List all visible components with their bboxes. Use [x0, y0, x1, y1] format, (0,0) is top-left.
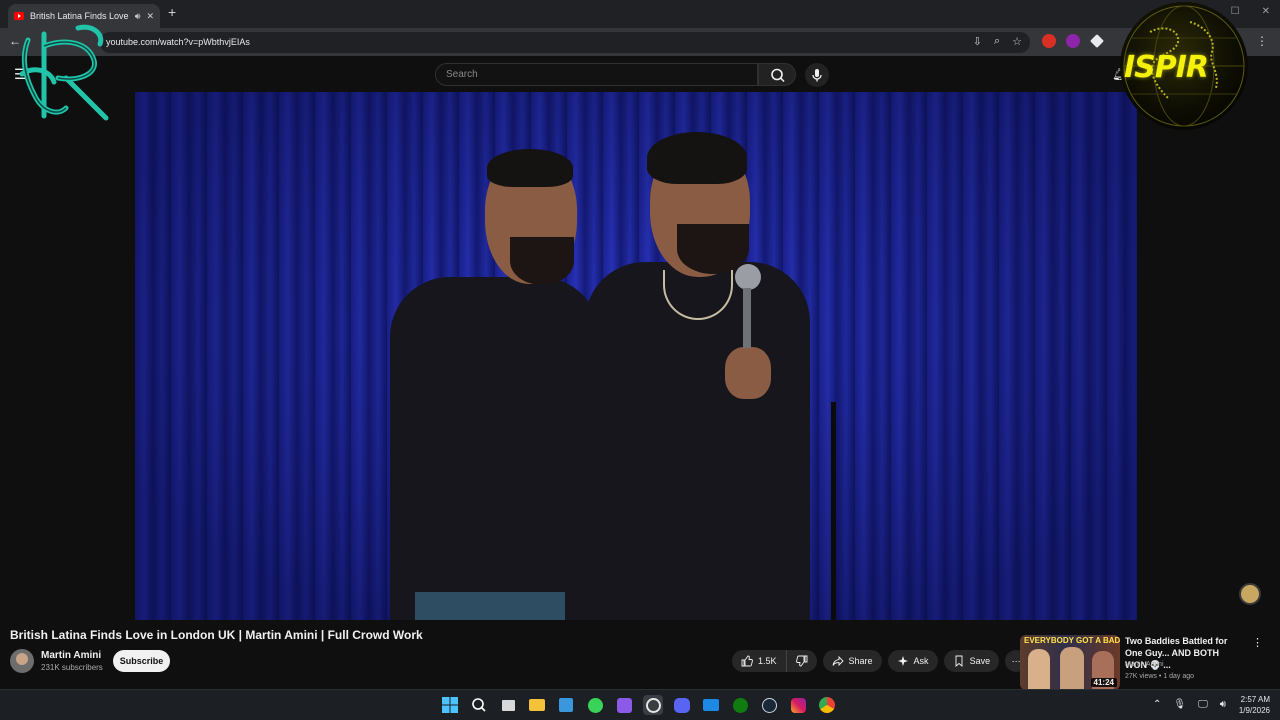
taskbar-apps	[440, 695, 837, 715]
extension-icons	[1042, 34, 1104, 48]
recommended-video-channel[interactable]: Martin Amini	[1125, 661, 1164, 668]
search-button[interactable]	[758, 63, 796, 86]
zoom-icon[interactable]: ⌕	[994, 35, 1000, 48]
thumbnail-figure	[1028, 649, 1050, 690]
close-window-icon[interactable]: ✕	[1262, 6, 1270, 17]
steam-icon[interactable]	[759, 695, 779, 715]
calculator-icon[interactable]	[614, 695, 634, 715]
browser-tab-bar: British Latina Finds Love in London UK 🔊…	[0, 0, 1280, 28]
chevron-up-icon[interactable]: ⌃	[1153, 699, 1161, 710]
new-tab-button[interactable]: +	[168, 4, 176, 20]
mail-icon[interactable]	[701, 695, 721, 715]
volume-icon[interactable]: 🔊︎	[1220, 699, 1226, 710]
browser-toolbar: ← youtube.com/watch?v=pWbthvjEIAs ⇩ ⌕ ☆	[0, 28, 1280, 56]
channel-avatar[interactable]	[10, 649, 34, 673]
url-text: youtube.com/watch?v=pWbthvjEIAs	[106, 37, 250, 47]
chrome-icon[interactable]	[817, 695, 837, 715]
file-explorer-icon[interactable]	[527, 695, 547, 715]
ask-button[interactable]: Ask	[887, 650, 938, 672]
screen: British Latina Finds Love in London UK 🔊…	[0, 0, 1280, 720]
extension-icon[interactable]	[1066, 34, 1080, 48]
ispir-globe-logo: ISPIR	[1120, 2, 1248, 130]
subscribe-button[interactable]: Subscribe	[113, 650, 170, 672]
microphone-tray-icon[interactable]: 🎙︎	[1173, 699, 1186, 710]
microphone-prop	[735, 264, 761, 290]
ask-label: Ask	[913, 656, 929, 666]
microphone-icon	[812, 69, 822, 82]
thumbnail-caption: EVERYBODY GOT A BADDIE	[1024, 636, 1120, 645]
bookmark-star-icon[interactable]: ☆	[1012, 35, 1022, 48]
channel-logo-overlay	[19, 24, 109, 121]
address-bar[interactable]: youtube.com/watch?v=pWbthvjEIAs ⇩ ⌕ ☆	[100, 32, 1030, 53]
dislike-button[interactable]	[786, 650, 817, 672]
like-dislike-group: 1.5K	[732, 650, 817, 672]
system-tray: ⌃ 🎙︎ 🖵︎ 🔊︎	[1153, 699, 1226, 710]
windows-start-icon[interactable]	[440, 695, 460, 715]
save-label: Save	[969, 656, 991, 666]
video-duration: 41:24	[1090, 678, 1117, 687]
network-icon[interactable]: 🖵︎	[1198, 699, 1208, 710]
video-actions: 1.5K Share Ask Save ⋯	[732, 650, 1028, 672]
search-placeholder: Search	[446, 69, 478, 80]
like-count: 1.5K	[758, 656, 777, 666]
like-button[interactable]: 1.5K	[732, 650, 787, 672]
task-view-icon[interactable]	[498, 695, 518, 715]
install-app-icon[interactable]: ⇩	[973, 35, 982, 48]
youtube-header: ☰ Search 🔔︎	[0, 56, 1280, 92]
bookmark-icon	[955, 655, 963, 667]
clock-time: 2:57 AM	[1240, 695, 1270, 704]
system-clock[interactable]: 2:57 AM 1/9/2026	[1239, 694, 1270, 716]
instagram-icon[interactable]	[788, 695, 808, 715]
extension-icon[interactable]	[1042, 34, 1056, 48]
xbox-icon[interactable]	[730, 695, 750, 715]
recommended-video-thumbnail[interactable]: EVERYBODY GOT A BADDIE 41:24	[1020, 635, 1120, 690]
close-tab-icon[interactable]: ✕	[146, 11, 154, 22]
voice-search-button[interactable]	[805, 63, 829, 87]
thumbs-down-icon	[795, 655, 807, 667]
more-options-icon[interactable]: ⋮	[1252, 636, 1263, 649]
extension-icon[interactable]	[1090, 34, 1104, 48]
discord-icon[interactable]	[672, 695, 692, 715]
search-icon[interactable]	[469, 695, 489, 715]
ispir-logo-text: ISPIR	[1124, 50, 1209, 85]
speaker-icon[interactable]: 🔊︎	[135, 11, 141, 22]
floating-avatar[interactable]	[1239, 583, 1261, 605]
share-label: Share	[848, 656, 873, 666]
save-button[interactable]: Save	[943, 650, 1000, 672]
video-player[interactable]	[135, 92, 1137, 620]
browser-menu-icon[interactable]: ⋮	[1256, 34, 1268, 48]
video-person-right	[585, 132, 825, 620]
obs-icon[interactable]	[643, 695, 663, 715]
xbox-app-icon[interactable]	[585, 695, 605, 715]
search-icon	[771, 68, 785, 83]
store-icon[interactable]	[556, 695, 576, 715]
clock-date: 1/9/2026	[1238, 706, 1270, 715]
mic-stand	[831, 402, 836, 620]
windows-taskbar: ⌃ 🎙︎ 🖵︎ 🔊︎ 2:57 AM 1/9/2026	[0, 689, 1280, 720]
omnibox-icons: ⇩ ⌕ ☆	[973, 35, 1022, 48]
channel-name[interactable]: Martin Amini	[41, 650, 101, 661]
sparkle-icon	[897, 656, 908, 666]
share-button[interactable]: Share	[822, 650, 882, 672]
video-title: British Latina Finds Love in London UK |…	[10, 628, 423, 642]
search-input[interactable]: Search	[435, 63, 758, 86]
subscriber-count: 231K subscribers	[41, 663, 103, 672]
thumbs-up-icon	[741, 655, 753, 667]
youtube-favicon-icon	[14, 12, 24, 20]
share-icon	[832, 655, 844, 667]
recommended-video-meta: 27K views • 1 day ago	[1125, 673, 1194, 680]
thumbnail-figure	[1060, 647, 1084, 690]
maximize-icon[interactable]: ☐	[1231, 6, 1240, 17]
